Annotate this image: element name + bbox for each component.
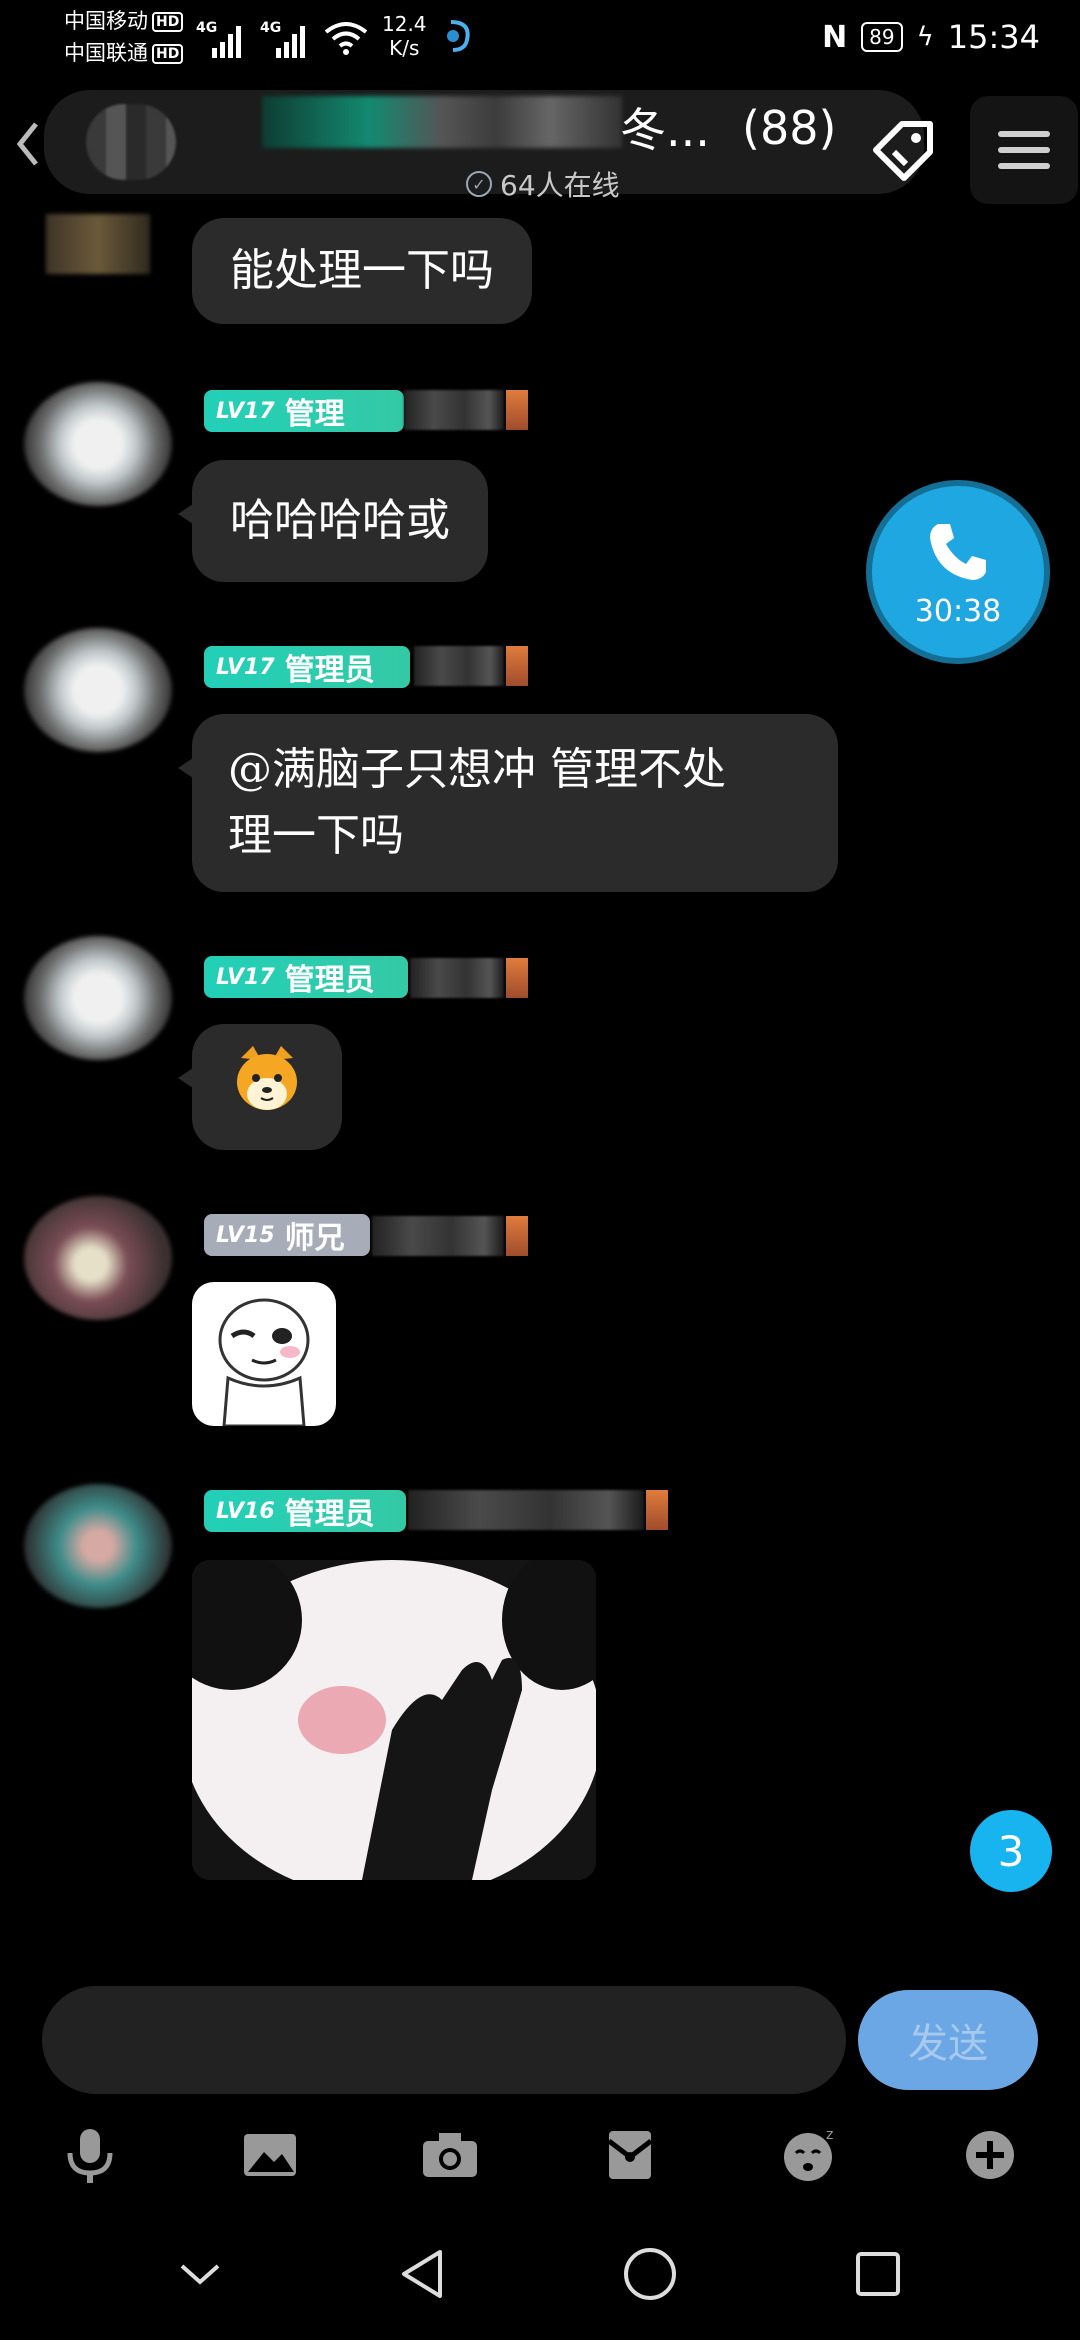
avatar[interactable] [24, 628, 172, 752]
message-bubble[interactable] [178, 1024, 342, 1150]
signal-group: 4G 4G 12.4 K/s [196, 12, 475, 60]
avatar[interactable] [24, 1196, 172, 1320]
message-bubble[interactable]: 哈哈哈哈或 [178, 460, 488, 582]
meme-face-icon [218, 1298, 310, 1426]
member-badge: LV17 管理员 [204, 646, 410, 688]
check-icon: ✓ [466, 171, 492, 197]
username-redacted [372, 1216, 504, 1256]
signal-icon: 4G [260, 20, 310, 60]
menu-icon[interactable] [970, 96, 1078, 204]
call-timer: 30:38 [914, 593, 1002, 629]
meme-sticker[interactable] [192, 1282, 336, 1426]
back-icon[interactable] [14, 118, 42, 174]
plus-icon[interactable] [955, 2120, 1025, 2190]
message-bubble[interactable]: @满脑子只想冲 管理不处 理一下吗 [178, 714, 838, 892]
member-badge: LV15 师兄 [204, 1214, 370, 1256]
avatar[interactable] [24, 382, 172, 506]
online-status: ✓ 64人在线 [466, 164, 620, 204]
unread-count-badge[interactable]: 3 [970, 1810, 1052, 1892]
message-input[interactable] [42, 1986, 846, 2094]
phone-icon [930, 523, 986, 580]
status-right: N 89 ϟ 15:34 [822, 14, 1040, 60]
system-nav-bar [0, 2236, 1080, 2316]
mic-icon[interactable] [55, 2120, 125, 2190]
member-badge: LV17 管理员 [204, 956, 408, 998]
signal-icon: 4G [196, 20, 246, 60]
composer-toolbar: z [0, 2110, 1080, 2200]
emoji-icon[interactable]: z [775, 2120, 845, 2190]
nav-recents-icon[interactable] [854, 2250, 902, 2302]
send-button[interactable]: 发送 [858, 1990, 1038, 2090]
svg-text:z: z [826, 2127, 833, 2143]
image-icon[interactable] [235, 2120, 305, 2190]
group-title[interactable]: 冬... [620, 100, 710, 160]
call-floating-button[interactable]: 30:38 [866, 480, 1050, 664]
app-notification-icon [441, 16, 475, 60]
member-badge: LV16 管理员 [204, 1490, 406, 1532]
status-time: 15:34 [947, 18, 1040, 56]
avatar[interactable] [24, 1484, 172, 1608]
shiba-sticker-icon [231, 1042, 303, 1133]
wifi-icon [324, 20, 368, 60]
username-redacted [646, 1490, 668, 1530]
member-badge: LV17 管理 [204, 390, 404, 432]
username-redacted [506, 1216, 528, 1256]
nav-home-icon[interactable] [622, 2246, 678, 2306]
nav-back-icon[interactable] [398, 2248, 446, 2304]
group-name-redacted [262, 96, 622, 148]
status-carrier-2: 中国联通 HD [64, 38, 184, 68]
panda-hand-icon [192, 1560, 596, 1880]
avatar[interactable] [24, 936, 172, 1060]
username-redacted [506, 958, 528, 998]
group-avatar[interactable] [86, 104, 176, 180]
avatar[interactable] [46, 214, 150, 274]
message-bubble[interactable]: 能处理一下吗 [192, 218, 532, 324]
username-redacted [506, 646, 528, 686]
charging-icon: ϟ [916, 22, 934, 52]
username-redacted [414, 646, 504, 686]
username-redacted [506, 390, 528, 430]
status-carrier-1: 中国移动 HD [64, 6, 184, 36]
nfc-icon: N [822, 19, 848, 55]
envelope-icon[interactable] [595, 2120, 665, 2190]
tag-icon[interactable] [868, 116, 940, 192]
username-redacted [404, 390, 504, 430]
panda-meme-image[interactable] [192, 1560, 596, 1880]
member-count[interactable]: (88) [742, 98, 836, 158]
net-speed: 12.4 K/s [382, 12, 427, 60]
username-redacted [408, 1490, 644, 1530]
camera-icon[interactable] [415, 2120, 485, 2190]
nav-down-icon[interactable] [178, 2260, 222, 2292]
battery-indicator: 89 [861, 22, 903, 52]
username-redacted [410, 958, 504, 998]
